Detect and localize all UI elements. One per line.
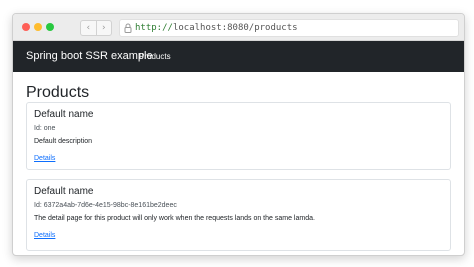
product-name: Default name: [34, 186, 94, 197]
nav-link-products[interactable]: Products: [139, 51, 171, 62]
details-link[interactable]: Details: [34, 231, 55, 240]
url-path: localhost:8080/products: [172, 23, 298, 33]
url-scheme: http://: [135, 23, 173, 33]
browser-window: ‹ › http://localhost:8080/products Sprin…: [12, 13, 465, 256]
product-description: The detail page for this product will on…: [34, 215, 315, 222]
lock-icon: [124, 23, 132, 33]
minimize-window-button[interactable]: [34, 23, 42, 31]
browser-toolbar: ‹ › http://localhost:8080/products: [13, 14, 464, 41]
details-link[interactable]: Details: [34, 154, 55, 163]
navbar-brand[interactable]: Spring boot SSR example: [26, 50, 153, 63]
product-card: Default name Id: one Default description…: [26, 102, 451, 170]
close-window-button[interactable]: [22, 23, 30, 31]
address-bar[interactable]: http://localhost:8080/products: [119, 19, 459, 37]
product-description: Default description: [34, 138, 92, 145]
product-card: Default name Id: 6372a4ab-7d6e-4e15-98bc…: [26, 179, 451, 251]
site-navbar: Spring boot SSR example Products: [13, 41, 464, 72]
forward-icon[interactable]: ›: [95, 21, 112, 35]
product-name: Default name: [34, 109, 94, 120]
back-icon[interactable]: ‹: [81, 21, 96, 35]
history-nav: ‹ ›: [80, 20, 112, 36]
zoom-window-button[interactable]: [46, 23, 54, 31]
product-id: Id: one: [34, 125, 56, 132]
url-text: http://localhost:8080/products: [135, 22, 298, 34]
page-title: Products: [26, 84, 90, 101]
product-id: Id: 6372a4ab-7d6e-4e15-98bc-8e161be2deec: [34, 202, 177, 209]
